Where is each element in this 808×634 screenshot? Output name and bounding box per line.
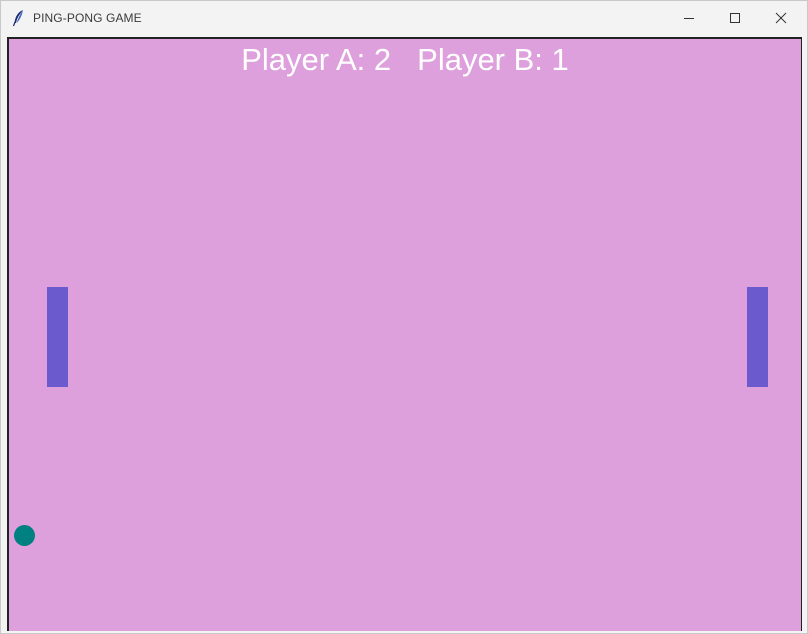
close-button[interactable] — [758, 1, 804, 35]
feather-icon — [12, 9, 26, 27]
scoreboard: Player A: 2 Player B: 1 — [9, 42, 801, 78]
minimize-icon — [684, 18, 694, 19]
game-canvas[interactable]: Player A: 2 Player B: 1 — [7, 37, 802, 631]
ball — [14, 525, 35, 546]
close-icon — [775, 12, 787, 24]
window-title: PING-PONG GAME — [33, 11, 142, 25]
minimize-button[interactable] — [666, 1, 712, 35]
left-paddle — [47, 287, 68, 387]
player-b-score: Player B: 1 — [417, 42, 569, 77]
maximize-button[interactable] — [712, 1, 758, 35]
player-a-score: Player A: 2 — [241, 42, 392, 77]
app-window: PING-PONG GAME Player A: 2 Player B: 1 — [0, 0, 808, 634]
title-bar[interactable]: PING-PONG GAME — [1, 1, 807, 35]
right-paddle — [747, 287, 768, 387]
maximize-icon — [730, 13, 740, 23]
